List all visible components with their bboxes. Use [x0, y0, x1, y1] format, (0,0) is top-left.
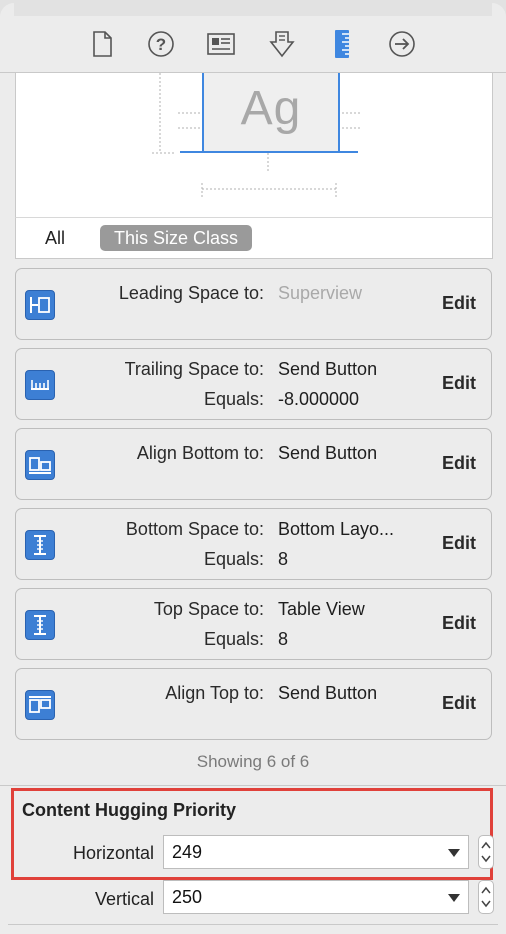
constraint-label: Align Bottom to:	[136, 443, 264, 463]
constraint-target: Send Button	[278, 683, 378, 703]
horizontal-priority-combo[interactable]: 249	[163, 835, 469, 869]
chevron-down-icon[interactable]	[448, 849, 460, 857]
constraint-equals-label: Equals:	[203, 629, 264, 649]
constraint-label: Align Top to:	[165, 683, 264, 703]
constraint-preview: Ag	[15, 73, 493, 218]
horizontal-priority-stepper[interactable]	[478, 835, 494, 869]
bottom-divider	[8, 924, 498, 925]
quick-help-icon[interactable]: ?	[147, 30, 175, 58]
constraint-equals-label: Equals:	[203, 389, 264, 409]
constraint-row: Align Bottom to: Send Button Edit	[15, 428, 492, 500]
edit-button[interactable]: Edit	[442, 293, 476, 314]
identity-icon[interactable]	[207, 30, 235, 58]
preview-sample-text: Ag	[240, 82, 302, 135]
edit-button[interactable]: Edit	[442, 453, 476, 474]
preview-bottom-line	[180, 151, 358, 153]
constraint-constant: -8.000000	[278, 389, 360, 409]
chevron-down-icon[interactable]	[448, 894, 460, 902]
constraint-row: Trailing Space to: Send Button Equals: -…	[15, 348, 492, 420]
svg-text:?: ?	[156, 35, 166, 54]
edit-button[interactable]: Edit	[442, 373, 476, 394]
preview-view-box: Ag	[202, 73, 340, 151]
filter-all-tab[interactable]: All	[45, 228, 65, 249]
leading-space-icon	[25, 290, 55, 320]
stepper-arrows-icon	[481, 886, 491, 908]
align-top-icon	[25, 690, 55, 720]
file-icon[interactable]	[88, 30, 116, 58]
edit-button[interactable]: Edit	[442, 613, 476, 634]
section-title: Content Hugging Priority	[22, 800, 236, 820]
constraint-target: Superview	[278, 283, 363, 303]
vertical-label: Vertical	[94, 889, 154, 909]
vertical-priority-combo[interactable]: 250	[163, 880, 469, 914]
vertical-priority-stepper[interactable]	[478, 880, 494, 914]
constraint-row: Align Top to: Send Button Edit	[15, 668, 492, 740]
constraint-label: Leading Space to:	[118, 283, 264, 303]
connections-arrow-icon[interactable]	[388, 30, 416, 58]
inspector-toolbar: ?	[0, 16, 506, 73]
vertical-priority-value: 250	[172, 887, 203, 907]
filter-size-class-tab[interactable]: This Size Class	[100, 225, 253, 251]
attributes-icon[interactable]	[268, 30, 296, 58]
horizontal-label: Horizontal	[72, 843, 154, 863]
edit-button[interactable]: Edit	[442, 693, 476, 714]
constraint-row: Bottom Space to: Bottom Layo... Equals: …	[15, 508, 492, 580]
constraint-label: Top Space to:	[153, 599, 264, 619]
constraint-row: Leading Space to: Superview Edit	[15, 268, 492, 340]
constraint-constant: 8	[278, 549, 289, 569]
constraint-target: Send Button	[278, 443, 378, 463]
constraint-equals-label: Equals:	[203, 549, 264, 569]
constraint-row: Top Space to: Table View Equals: 8 Edit	[15, 588, 492, 660]
constraint-target: Send Button	[278, 359, 378, 379]
align-bottom-icon	[25, 450, 55, 480]
constraint-count: Showing 6 of 6	[196, 752, 310, 771]
constraint-target: Table View	[278, 599, 365, 619]
constraint-label: Bottom Space to:	[125, 519, 264, 539]
window-top-strip	[0, 0, 506, 17]
size-ruler-icon[interactable]	[328, 30, 356, 58]
constraint-constant: 8	[278, 629, 289, 649]
constraint-label: Trailing Space to:	[124, 359, 264, 379]
trailing-space-icon	[25, 370, 55, 400]
section-divider	[0, 785, 506, 786]
top-space-icon	[25, 610, 55, 640]
stepper-arrows-icon	[481, 841, 491, 863]
bottom-space-icon	[25, 530, 55, 560]
edit-button[interactable]: Edit	[442, 533, 476, 554]
size-class-filter: All This Size Class	[15, 217, 493, 259]
constraint-target: Bottom Layo...	[278, 519, 395, 539]
horizontal-priority-value: 249	[172, 842, 203, 862]
